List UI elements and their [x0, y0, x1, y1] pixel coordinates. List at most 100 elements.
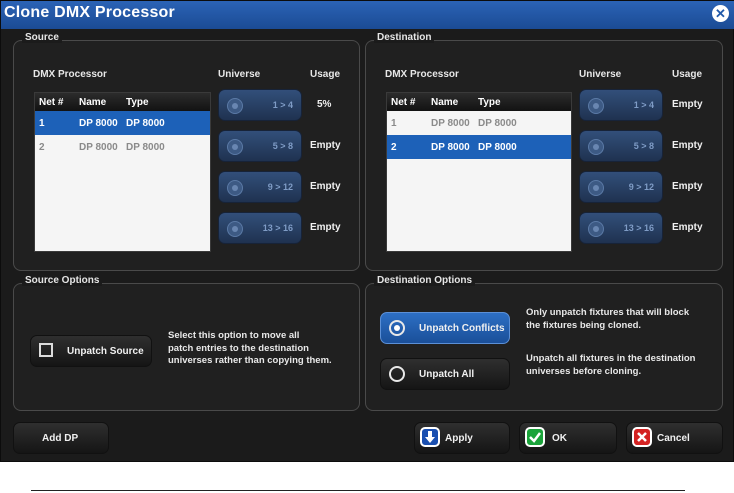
source-universe-5-8-button[interactable]: 5 > 8 [218, 130, 302, 162]
description-line: Select this option to move all [168, 330, 300, 341]
destination-dmx-label: DMX Processor [385, 69, 459, 80]
list-header: Net # Name Type [35, 93, 210, 111]
add-dp-label: Add DP [42, 433, 79, 444]
universe-range-label: 9 > 12 [628, 182, 654, 192]
destination-universe-5-8-button[interactable]: 5 > 8 [579, 130, 663, 162]
description-line: universes rather than copying them. [168, 355, 332, 366]
source-group-label: Source [22, 32, 62, 43]
unpatch-all-description: Unpatch all fixtures in the destination … [526, 353, 695, 378]
row-net: 2 [39, 142, 45, 153]
title-bar: Clone DMX Processor ✕ [1, 1, 734, 29]
description-line: patch entries to the destination [168, 342, 309, 354]
destination-universe-13-16-button[interactable]: 13 > 16 [579, 212, 663, 244]
checkbox-icon [39, 343, 53, 357]
destination-options-group: Destination Options Unpatch Conflicts On… [365, 275, 723, 411]
universe-range-label: 5 > 8 [272, 141, 293, 151]
clone-dmx-dialog: Clone DMX Processor ✕ Source DMX Process… [0, 0, 734, 462]
universe-range-label: 13 > 16 [623, 223, 654, 233]
row-type: DP 8000 [478, 142, 517, 153]
unpatch-source-button[interactable]: Unpatch Source [30, 335, 152, 367]
destination-universe-1-4-button[interactable]: 1 > 4 [579, 89, 663, 121]
source-universe-label: Universe [218, 69, 261, 80]
radio-unselected-icon [389, 366, 405, 382]
unpatch-conflicts-button[interactable]: Unpatch Conflicts [380, 312, 510, 344]
destination-universe-9-12-button[interactable]: 9 > 12 [579, 171, 663, 203]
cancel-label: Cancel [657, 433, 690, 444]
radio-dot-icon [227, 139, 243, 155]
row-name: DP 8000 [79, 142, 118, 153]
description-line: Only unpatch fixtures that will block [526, 307, 690, 318]
destination-group: Destination DMX Processor Universe Usage… [365, 32, 723, 271]
arrow-down-icon [420, 427, 440, 447]
unpatch-all-label: Unpatch All [419, 369, 475, 380]
row-type: DP 8000 [478, 118, 517, 129]
table-row[interactable]: 2 DP 8000 DP 8000 [35, 135, 210, 159]
source-universe-13-16-button[interactable]: 13 > 16 [218, 212, 302, 244]
source-processor-list[interactable]: Net # Name Type 1 DP 8000 DP 8000 2 DP 8… [34, 92, 211, 252]
row-net: 1 [39, 118, 45, 129]
unpatch-conflicts-label: Unpatch Conflicts [419, 323, 505, 334]
radio-dot-icon [227, 98, 243, 114]
column-name: Name [79, 97, 107, 108]
radio-dot-icon [588, 180, 604, 196]
source-dmx-label: DMX Processor [33, 69, 107, 80]
table-row[interactable]: 2 DP 8000 DP 8000 [387, 135, 571, 159]
unpatch-conflicts-description: Only unpatch fixtures that will block th… [526, 307, 689, 332]
source-usage-4: Empty [310, 222, 341, 233]
row-name: DP 8000 [431, 118, 470, 129]
source-options-group: Source Options Unpatch Source Select thi… [13, 275, 360, 411]
cancel-button[interactable]: Cancel [626, 422, 723, 454]
destination-usage-1: Empty [672, 99, 703, 110]
divider-line [31, 490, 685, 491]
unpatch-all-button[interactable]: Unpatch All [380, 358, 510, 390]
universe-range-label: 9 > 12 [267, 182, 293, 192]
row-type: DP 8000 [126, 118, 165, 129]
source-universe-9-12-button[interactable]: 9 > 12 [218, 171, 302, 203]
window-title: Clone DMX Processor [4, 4, 175, 21]
source-usage-3: Empty [310, 181, 341, 192]
source-usage-2: Empty [310, 140, 341, 151]
radio-dot-icon [588, 98, 604, 114]
table-row[interactable]: 1 DP 8000 DP 8000 [35, 111, 210, 135]
close-icon[interactable]: ✕ [712, 5, 729, 22]
destination-usage-label: Usage [672, 69, 703, 80]
radio-dot-icon [227, 221, 243, 237]
source-usage-1: 5% [317, 99, 332, 110]
row-type: DP 8000 [126, 142, 165, 153]
row-net: 2 [391, 142, 397, 153]
universe-range-label: 1 > 4 [272, 100, 293, 110]
checkmark-icon [525, 427, 545, 447]
destination-usage-4: Empty [672, 222, 703, 233]
destination-group-label: Destination [374, 32, 435, 43]
destination-usage-3: Empty [672, 181, 703, 192]
destination-universe-label: Universe [579, 69, 622, 80]
universe-range-label: 13 > 16 [262, 223, 293, 233]
description-line: universes before cloning. [526, 365, 642, 377]
row-net: 1 [391, 118, 397, 129]
destination-processor-list[interactable]: Net # Name Type 1 DP 8000 DP 8000 2 DP 8… [386, 92, 572, 252]
source-universe-1-4-button[interactable]: 1 > 4 [218, 89, 302, 121]
source-group: Source DMX Processor Universe Usage Net … [13, 32, 360, 271]
ok-button[interactable]: OK [519, 422, 617, 454]
add-dp-button[interactable]: Add DP [13, 422, 109, 454]
destination-usage-2: Empty [672, 140, 703, 151]
universe-range-label: 1 > 4 [633, 100, 654, 110]
list-header: Net # Name Type [387, 93, 571, 111]
unpatch-source-description: Select this option to move all patch ent… [168, 330, 332, 368]
destination-options-label: Destination Options [374, 275, 475, 286]
source-usage-label: Usage [310, 69, 341, 80]
radio-selected-icon [389, 320, 405, 336]
radio-dot-icon [227, 180, 243, 196]
apply-button[interactable]: Apply [414, 422, 510, 454]
column-type: Type [126, 97, 149, 108]
row-name: DP 8000 [79, 118, 118, 129]
table-row[interactable]: 1 DP 8000 DP 8000 [387, 111, 571, 135]
column-name: Name [431, 97, 459, 108]
x-icon [632, 427, 652, 447]
apply-label: Apply [445, 433, 473, 444]
column-net: Net # [391, 97, 416, 108]
row-name: DP 8000 [431, 142, 470, 153]
ok-label: OK [552, 433, 567, 444]
source-options-label: Source Options [22, 275, 103, 286]
unpatch-source-label: Unpatch Source [67, 346, 144, 357]
